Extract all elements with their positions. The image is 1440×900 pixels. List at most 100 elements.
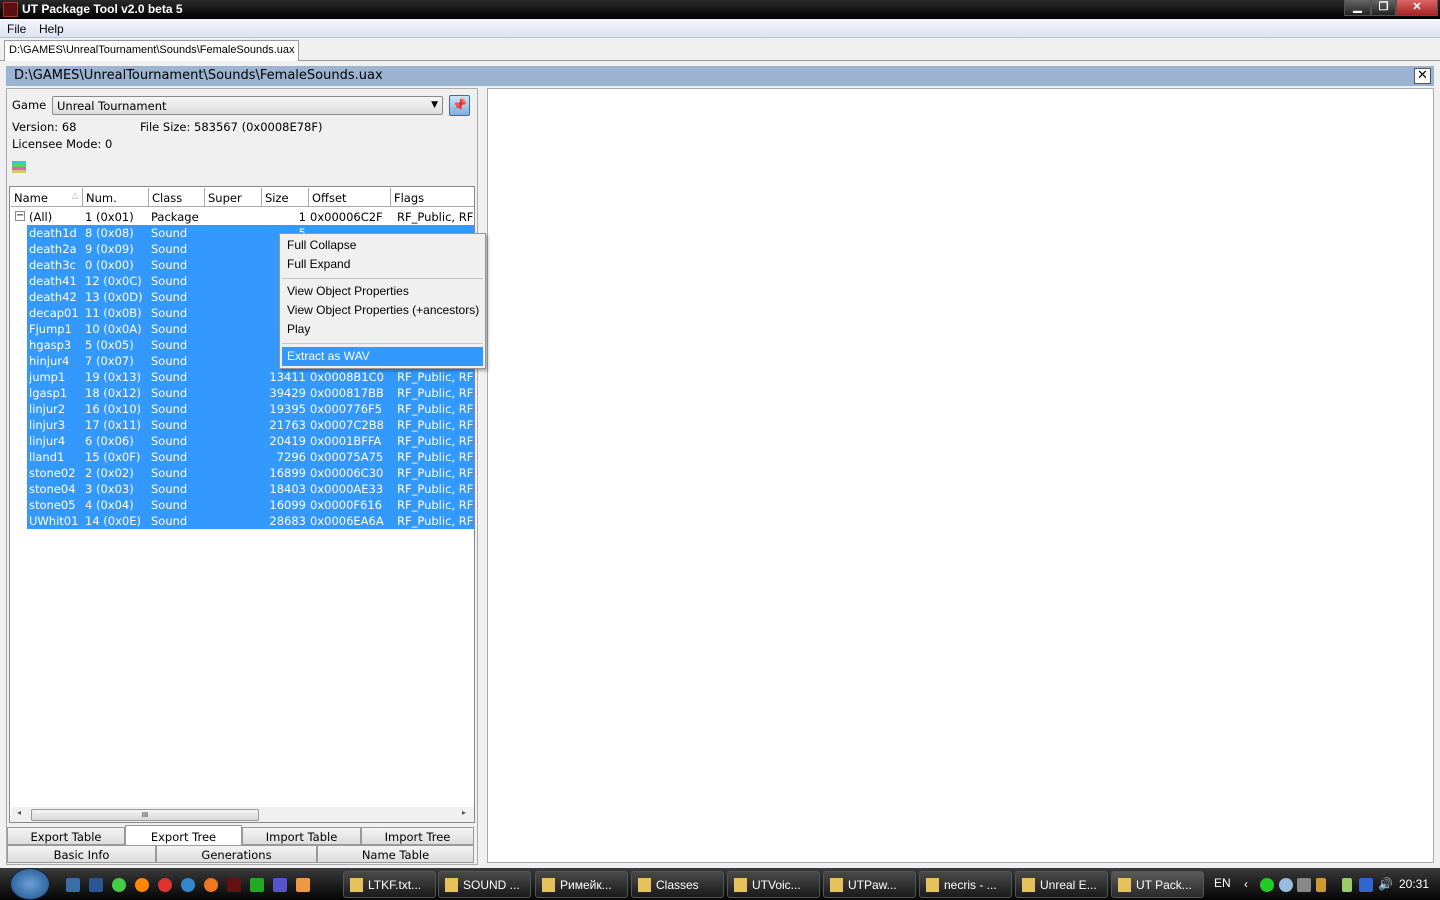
cell-flags: RF_Public, RF bbox=[397, 402, 474, 416]
language-indicator[interactable]: EN bbox=[1214, 876, 1231, 890]
cell-name: jump1 bbox=[29, 370, 66, 384]
taskbar-item[interactable]: SOUND ... bbox=[438, 871, 531, 898]
col-name[interactable]: Name △ bbox=[11, 188, 83, 207]
tab-import-tree[interactable]: Import Tree bbox=[361, 827, 474, 845]
network-icon[interactable] bbox=[1359, 878, 1373, 892]
tree-row[interactable]: stone05 4 (0x04) Sound 16099 0x0000F616 RF_Pu… bbox=[27, 497, 474, 513]
battery-icon[interactable] bbox=[1342, 878, 1352, 892]
maximize-button[interactable]: ❐ bbox=[1371, 0, 1396, 16]
tree-row-root[interactable]: (All) 1 (0x01) Package 1 0x00006C2F RF_P… bbox=[10, 209, 474, 225]
col-num[interactable]: Num. bbox=[83, 188, 149, 207]
taskbar-item-label: Unreal E... bbox=[1040, 878, 1097, 892]
tree-row[interactable]: stone04 3 (0x03) Sound 18403 0x0000AE33 RF_Pu… bbox=[27, 481, 474, 497]
tray-icon-usb[interactable] bbox=[1316, 878, 1326, 892]
tab-export-table[interactable]: Export Table bbox=[7, 827, 125, 845]
taskbar-item[interactable]: UT Pack... bbox=[1111, 871, 1204, 898]
cell-size: 16899 bbox=[269, 466, 306, 480]
ie-icon[interactable] bbox=[181, 878, 195, 892]
horizontal-scrollbar[interactable]: ◂ III ▸ bbox=[11, 807, 474, 822]
volume-icon[interactable]: 🔊 bbox=[1378, 877, 1393, 891]
mail-icon[interactable] bbox=[135, 878, 149, 892]
taskbar-item[interactable]: necris - ... bbox=[919, 871, 1012, 898]
tab-generations[interactable]: Generations bbox=[156, 845, 317, 863]
tab-export-tree[interactable]: Export Tree bbox=[125, 825, 242, 845]
panel-close-button[interactable]: ✕ bbox=[1414, 68, 1431, 84]
scroll-thumb[interactable]: III bbox=[31, 809, 259, 821]
show-desktop-icon[interactable] bbox=[66, 878, 80, 892]
tree-row[interactable]: linjur4 6 (0x06) Sound 20419 0x0001BFFA RF_Pu… bbox=[27, 433, 474, 449]
title-bar: UT Package Tool v2.0 beta 5 ▁ ❐ ✕ bbox=[0, 0, 1440, 19]
taskbar-item[interactable]: UTVoic... bbox=[727, 871, 820, 898]
menu-item-view-properties-ancestors[interactable]: View Object Properties (+ancestors) bbox=[282, 301, 483, 320]
tree-row[interactable]: lland1 15 (0x0F) Sound 7296 0x00075A75 RF_Pub… bbox=[27, 449, 474, 465]
document-tab[interactable]: D:\GAMES\UnrealTournament\Sounds\FemaleS… bbox=[4, 40, 299, 61]
cell-size: 20419 bbox=[269, 434, 306, 448]
taskbar: LTKF.txt... SOUND ... Римейк... Classes UTVo… bbox=[0, 868, 1440, 900]
game-select[interactable]: Unreal Tournament ▼ bbox=[52, 96, 443, 115]
col-size[interactable]: Size bbox=[262, 188, 309, 207]
cell-num: 8 (0x08) bbox=[85, 226, 134, 240]
layers-icon[interactable] bbox=[12, 161, 26, 173]
tray-icon-monitor[interactable] bbox=[1297, 878, 1311, 892]
menu-item-full-expand[interactable]: Full Expand bbox=[282, 255, 483, 274]
clock[interactable]: 20:31 bbox=[1399, 877, 1429, 891]
cell-name: linjur4 bbox=[29, 434, 66, 448]
icq-icon[interactable] bbox=[112, 878, 126, 892]
app-icon-c[interactable] bbox=[273, 878, 287, 892]
firefox-icon[interactable] bbox=[204, 878, 218, 892]
cell-offset: 0x0000AE33 bbox=[310, 482, 384, 496]
menu-separator bbox=[282, 343, 483, 344]
menu-item-extract-wav[interactable]: Extract as WAV bbox=[282, 347, 483, 366]
col-offset[interactable]: Offset bbox=[309, 188, 391, 207]
tree-row[interactable]: stone02 2 (0x02) Sound 16899 0x00006C30 RF_Pu… bbox=[27, 465, 474, 481]
menu-help[interactable]: Help bbox=[39, 22, 64, 36]
cell-flags: RF_Public, RF bbox=[397, 482, 474, 496]
cell-offset: 0x0007C2B8 bbox=[310, 418, 384, 432]
taskbar-item[interactable]: Римейк... bbox=[535, 871, 628, 898]
col-class[interactable]: Class bbox=[149, 188, 205, 207]
col-super[interactable]: Super bbox=[205, 188, 262, 207]
menu-item-view-properties[interactable]: View Object Properties bbox=[282, 282, 483, 301]
cell-class: Sound bbox=[151, 450, 188, 464]
pin-icon: 📌 bbox=[452, 98, 467, 112]
start-button[interactable] bbox=[10, 868, 50, 900]
col-flags[interactable]: Flags bbox=[391, 188, 474, 207]
tray-expand-icon[interactable]: ‹ bbox=[1244, 877, 1248, 891]
menu-item-full-collapse[interactable]: Full Collapse bbox=[282, 236, 483, 255]
game-label: Game bbox=[12, 98, 47, 112]
tree-row[interactable]: lgasp1 18 (0x12) Sound 39429 0x000817BB RF_Pu… bbox=[27, 385, 474, 401]
tab-basic-info[interactable]: Basic Info bbox=[7, 845, 156, 863]
taskbar-item[interactable]: LTKF.txt... bbox=[343, 871, 436, 898]
tray-icon-disk[interactable] bbox=[1279, 878, 1293, 892]
tab-name-table[interactable]: Name Table bbox=[317, 845, 474, 863]
menu-bar: File Help bbox=[0, 19, 1440, 38]
opera-icon[interactable] bbox=[158, 878, 172, 892]
taskbar-item[interactable]: Unreal E... bbox=[1015, 871, 1108, 898]
cell-name: decap01 bbox=[29, 306, 79, 320]
column-header: Name △ Num. Class Super Size Offset Flags bbox=[11, 188, 474, 207]
pin-button[interactable]: 📌 bbox=[449, 95, 470, 116]
cell-name: hgasp3 bbox=[29, 338, 72, 352]
tray-icon-green[interactable] bbox=[1260, 878, 1274, 892]
minimize-button[interactable]: ▁ bbox=[1344, 0, 1371, 16]
download-icon[interactable] bbox=[296, 878, 310, 892]
cell-flags: RF_Public, RF bbox=[397, 386, 474, 400]
tree-row[interactable]: jump1 19 (0x13) Sound 13411 0x0008B1C0 RF_Pub… bbox=[27, 369, 474, 385]
tree-row[interactable]: linjur2 16 (0x10) Sound 19395 0x000776F5 RF_P… bbox=[27, 401, 474, 417]
tab-import-table[interactable]: Import Table bbox=[242, 827, 361, 845]
tree-row[interactable]: linjur3 17 (0x11) Sound 21763 0x0007C2B8 RF_P… bbox=[27, 417, 474, 433]
app-icon bbox=[3, 2, 18, 17]
taskbar-item-label: LTKF.txt... bbox=[368, 878, 422, 892]
taskbar-item[interactable]: Classes bbox=[631, 871, 724, 898]
tree-row[interactable]: UWhit01 14 (0x0E) Sound 28683 0x0006EA6A RF_P… bbox=[27, 513, 474, 529]
close-button[interactable]: ✕ bbox=[1396, 0, 1438, 16]
scroll-right-icon[interactable]: ▸ bbox=[462, 808, 466, 817]
taskbar-item[interactable]: UTPaw... bbox=[823, 871, 916, 898]
switch-windows-icon[interactable] bbox=[89, 878, 103, 892]
menu-file[interactable]: File bbox=[7, 22, 26, 36]
cell-num: 12 (0x0C) bbox=[85, 274, 142, 288]
scroll-left-icon[interactable]: ◂ bbox=[17, 808, 21, 817]
menu-item-play[interactable]: Play bbox=[282, 320, 483, 339]
ut-icon[interactable] bbox=[227, 878, 241, 892]
utorrent-icon[interactable] bbox=[250, 878, 264, 892]
